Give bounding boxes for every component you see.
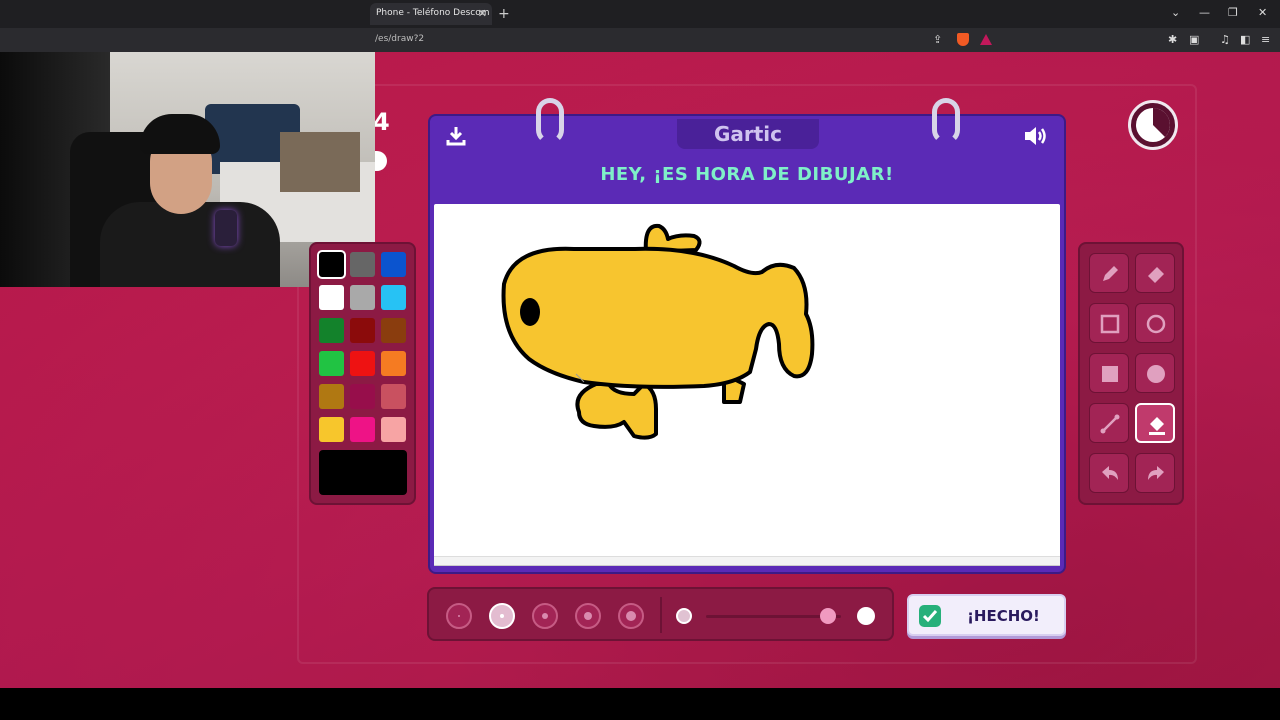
brave-shield-icon[interactable] xyxy=(957,33,969,46)
circle-filled-tool[interactable] xyxy=(1135,353,1175,393)
webcam-microphone xyxy=(215,210,237,246)
round-number: 4 xyxy=(373,108,390,136)
tab-close-icon[interactable]: ✕ xyxy=(478,7,487,20)
maximize-button[interactable]: ❐ xyxy=(1228,6,1238,19)
pencil-icon xyxy=(1103,266,1118,281)
address-bar: /es/draw?2 ⇪ ✱ ▣ ♫ ◧ ≡ xyxy=(0,28,1280,52)
menu-icon[interactable]: ≡ xyxy=(1261,33,1270,46)
brush-size-option[interactable] xyxy=(618,603,644,629)
browser-tab[interactable]: Phone - Teléfono Descom ✕ xyxy=(370,3,492,25)
color-swatch[interactable] xyxy=(317,250,346,279)
undo-icon xyxy=(1102,466,1118,480)
square-filled-icon xyxy=(1102,366,1118,382)
redo-icon xyxy=(1148,466,1164,480)
color-swatch[interactable] xyxy=(350,417,375,442)
browser-titlebar: Phone - Teléfono Descom ✕ + ⌄ — ❐ ✕ xyxy=(0,0,1280,28)
circle-filled-icon xyxy=(1147,365,1165,383)
redo-tool[interactable] xyxy=(1135,453,1175,493)
brush-size-bar xyxy=(427,587,894,641)
color-swatch[interactable] xyxy=(350,351,375,376)
circle-outline-icon xyxy=(1146,314,1166,334)
rectangle-outline-tool[interactable] xyxy=(1089,303,1129,343)
current-color-preview xyxy=(319,450,407,495)
fill-bucket-icon xyxy=(1149,417,1165,435)
rectangle-filled-tool[interactable] xyxy=(1089,353,1129,393)
done-button-label: ¡HECHO! xyxy=(967,607,1040,625)
timer-icon xyxy=(1128,100,1178,150)
brush-size-dot xyxy=(458,615,460,617)
brave-rewards-icon[interactable] xyxy=(980,34,992,45)
color-swatch[interactable] xyxy=(350,252,375,277)
game-page: 4 Gartic HEY, ¡ES HORA DE DIBUJAR! ¡HECH… xyxy=(0,52,1280,688)
brush-size-option[interactable] xyxy=(489,603,515,629)
color-swatch[interactable] xyxy=(381,384,406,409)
brushbar-divider xyxy=(660,597,662,633)
drawing-canvas[interactable] xyxy=(434,204,1060,558)
color-swatch[interactable] xyxy=(319,384,344,409)
color-swatch[interactable] xyxy=(319,351,344,376)
eraser-tool[interactable] xyxy=(1135,253,1175,293)
eraser-icon xyxy=(1148,267,1164,283)
share-icon[interactable]: ⇪ xyxy=(933,33,942,46)
gartic-logo: Gartic xyxy=(677,119,819,149)
tab-list-icon[interactable]: ⌄ xyxy=(1171,6,1180,19)
undo-tool[interactable] xyxy=(1089,453,1129,493)
color-swatch[interactable] xyxy=(381,318,406,343)
volume-icon[interactable] xyxy=(1022,124,1050,148)
paper-edge xyxy=(434,556,1060,566)
square-outline-icon xyxy=(1100,314,1120,334)
sidebar-icon[interactable]: ◧ xyxy=(1240,33,1250,46)
tool-panel xyxy=(1078,242,1184,505)
webcam-person-body xyxy=(100,202,280,287)
color-swatch[interactable] xyxy=(381,417,406,442)
board-header: Gartic HEY, ¡ES HORA DE DIBUJAR! xyxy=(430,116,1064,203)
brush-size-dot xyxy=(500,614,504,618)
color-swatch[interactable] xyxy=(381,351,406,376)
close-window-button[interactable]: ✕ xyxy=(1258,6,1267,19)
brush-size-option[interactable] xyxy=(532,603,558,629)
page-title: HEY, ¡ES HORA DE DIBUJAR! xyxy=(600,164,894,185)
drawing-board: Gartic HEY, ¡ES HORA DE DIBUJAR! xyxy=(428,98,1066,574)
opacity-min-icon xyxy=(676,608,692,624)
line-tool[interactable] xyxy=(1089,403,1129,443)
minimize-button[interactable]: — xyxy=(1199,6,1210,19)
url-field[interactable]: /es/draw?2 xyxy=(375,34,424,44)
opacity-max-icon xyxy=(857,607,875,625)
done-button[interactable]: ¡HECHO! xyxy=(907,594,1066,636)
media-icon[interactable]: ♫ xyxy=(1220,33,1230,46)
wallet-icon[interactable]: ▣ xyxy=(1189,33,1199,46)
color-swatch[interactable] xyxy=(350,384,375,409)
color-palette xyxy=(309,242,416,505)
line-icon xyxy=(1100,414,1120,434)
brush-size-dot xyxy=(584,612,592,620)
color-swatch[interactable] xyxy=(319,417,344,442)
check-icon xyxy=(919,605,941,627)
pencil-tool[interactable] xyxy=(1089,253,1129,293)
new-tab-button[interactable]: + xyxy=(498,6,510,22)
fill-bucket-tool[interactable] xyxy=(1135,403,1175,443)
webcam-shelf xyxy=(280,132,360,192)
brush-size-option[interactable] xyxy=(446,603,472,629)
download-icon[interactable] xyxy=(444,124,468,148)
tab-title: Phone - Teléfono Descom xyxy=(376,8,490,18)
color-swatch[interactable] xyxy=(319,318,344,343)
color-swatch[interactable] xyxy=(381,252,406,277)
color-swatch[interactable] xyxy=(381,285,406,310)
brush-size-dot xyxy=(626,611,636,621)
drawing-artwork xyxy=(501,223,815,440)
brush-size-option[interactable] xyxy=(575,603,601,629)
extensions-icon[interactable]: ✱ xyxy=(1168,33,1177,46)
circle-outline-tool[interactable] xyxy=(1135,303,1175,343)
opacity-slider-thumb[interactable] xyxy=(819,608,836,624)
brush-size-dot xyxy=(542,613,548,619)
color-swatch[interactable] xyxy=(350,318,375,343)
bottom-black-bar xyxy=(0,688,1280,720)
color-swatch[interactable] xyxy=(350,285,375,310)
color-swatch[interactable] xyxy=(319,285,344,310)
